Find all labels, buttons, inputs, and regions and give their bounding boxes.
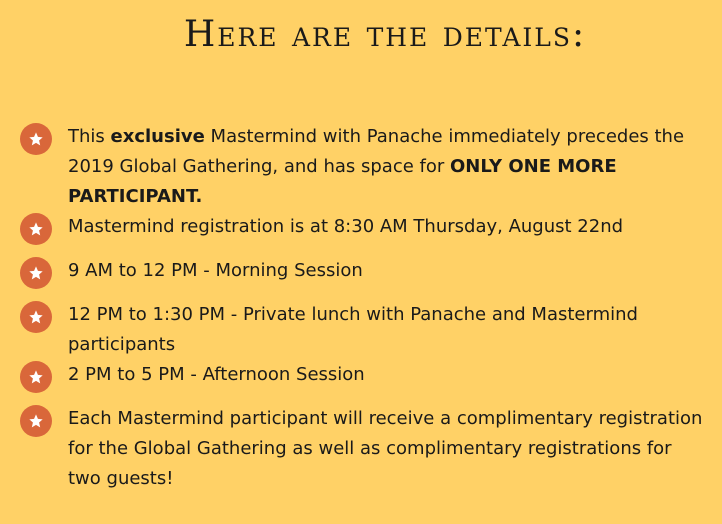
details-list: This exclusive Mastermind with Panache i…	[20, 122, 710, 494]
star-icon	[20, 405, 52, 437]
star-icon	[20, 301, 52, 333]
list-item: Mastermind registration is at 8:30 AM Th…	[20, 212, 710, 245]
item-emphasis: exclusive	[110, 126, 205, 147]
item-text: Each Mastermind participant will receive…	[68, 408, 703, 489]
star-icon	[20, 257, 52, 289]
list-item: Each Mastermind participant will receive…	[20, 404, 710, 494]
list-item: 12 PM to 1:30 PM - Private lunch with Pa…	[20, 300, 710, 360]
page-title: Here are the details:	[183, 14, 587, 55]
list-item: 2 PM to 5 PM - Afternoon Session	[20, 360, 710, 393]
list-item: This exclusive Mastermind with Panache i…	[20, 122, 710, 212]
star-icon	[20, 123, 52, 155]
item-text: 2 PM to 5 PM - Afternoon Session	[68, 364, 365, 385]
page: Here are the details: This exclusive Mas…	[0, 0, 722, 524]
item-text: This	[68, 126, 111, 147]
star-icon	[20, 361, 52, 393]
item-text: Mastermind registration is at 8:30 AM Th…	[68, 216, 624, 237]
star-icon	[20, 213, 52, 245]
list-item: 9 AM to 12 PM - Morning Session	[20, 256, 710, 289]
item-text: 12 PM to 1:30 PM - Private lunch with Pa…	[68, 304, 638, 355]
item-text: 9 AM to 12 PM - Morning Session	[68, 260, 363, 281]
